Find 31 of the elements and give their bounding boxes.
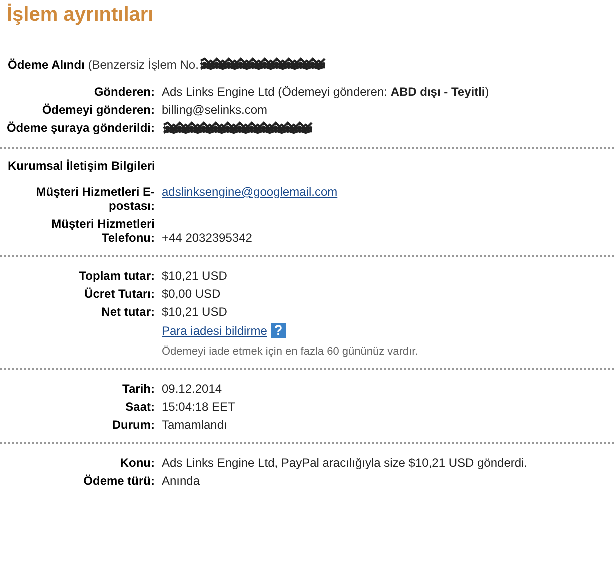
field-value: 09.12.2014 xyxy=(162,382,224,396)
field-label: Müşteri Hizmetleri E-postası: xyxy=(35,185,155,213)
field-label: Ödemeyi gönderen: xyxy=(41,103,155,117)
field-label: Tarih: xyxy=(122,382,155,396)
field-label: Ödeme türü: xyxy=(82,474,155,488)
field-label: Saat: xyxy=(124,400,155,414)
refund-note: Ödemeyi iade etmek için en fazla 60 gününüz vardır. xyxy=(162,346,420,358)
field-label: Gönderen: xyxy=(93,85,155,99)
section-heading: Kurumsal İletişim Bilgileri xyxy=(8,159,156,173)
field-value: +44 2032395342 xyxy=(162,231,254,245)
help-icon[interactable] xyxy=(271,323,286,338)
field-value: Ads Links Engine Ltd (Ödemeyi gönderen: ABD dışı - Teyitli) xyxy=(162,85,490,99)
email-link[interactable]: adslinksengine@googlemail.com xyxy=(162,185,338,199)
field-value: Tamamlandı xyxy=(162,418,228,432)
field-label: Net tutar: xyxy=(100,305,155,319)
field-value: $10,21 USD xyxy=(162,269,228,283)
field-label: Ödeme şuraya gönderildi: xyxy=(6,121,155,137)
page-title: İşlem ayrıntıları xyxy=(7,4,155,27)
field-value: 15:04:18 EET xyxy=(162,400,236,414)
field-value: $10,21 USD xyxy=(162,305,228,319)
field-label: Durum: xyxy=(111,418,155,432)
field-label: Müşteri Hizmetleri Telefonu: xyxy=(50,217,155,245)
field-value: billing@selinks.com xyxy=(162,103,269,117)
section-heading: Ödeme Alındı (Benzersiz İşlem No. xyxy=(8,58,199,72)
field-value: $0,00 USD xyxy=(162,287,222,301)
refund-link[interactable]: Para iadesi bildirme xyxy=(162,324,268,338)
field-value: Ads Links Engine Ltd, PayPal aracılığıyla size $10,21 USD gönderdi. xyxy=(162,456,529,470)
field-label: Toplam tutar: xyxy=(78,269,155,283)
field-value: Anında xyxy=(162,474,202,488)
field-label: Konu: xyxy=(119,456,155,470)
field-label: Ücret Tutarı: xyxy=(84,287,155,301)
